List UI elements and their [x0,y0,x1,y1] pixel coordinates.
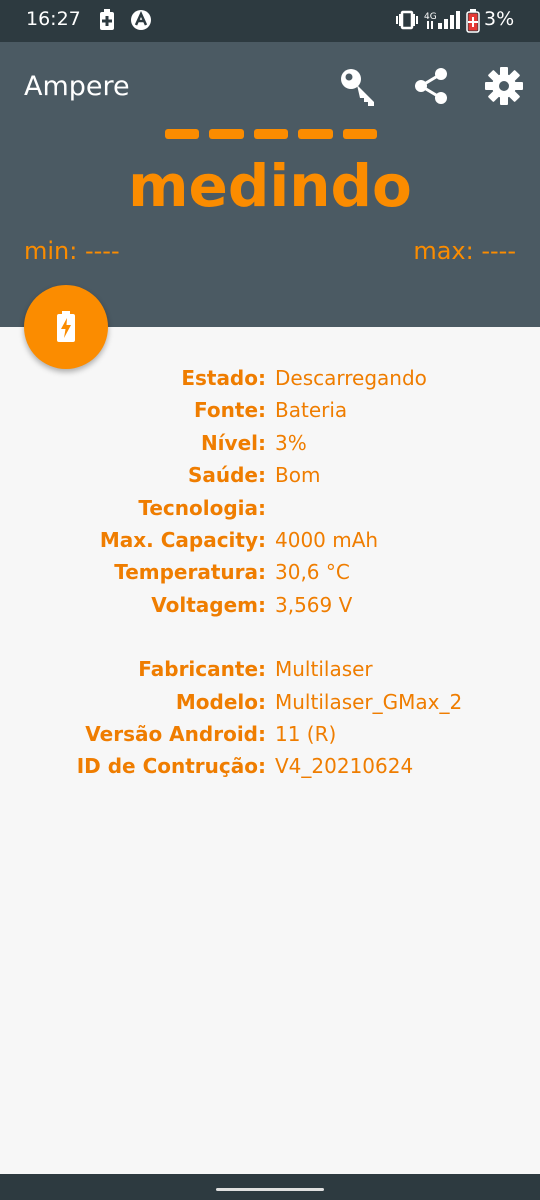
info-value: 30,6 °C [275,560,350,585]
info-label: Temperatura: [114,560,266,585]
info-row: Fonte: Bateria [0,398,540,430]
vibrate-icon [395,9,419,36]
info-label: Modelo: [175,689,266,714]
info-label: Max. Capacity: [99,527,266,552]
info-row: Estado: Descarregando [0,366,540,398]
device-info-list: Fabricante: Multilaser Modelo: Multilaser_G… [0,657,540,787]
info-value: 3,569 V [275,592,353,617]
info-row: Nível: 3% [0,431,540,463]
measuring-status: medindo [128,152,412,220]
settings-button[interactable] [482,64,526,108]
info-value: 11 (R) [275,721,337,746]
info-row: Modelo: Multilaser_GMax_2 [0,690,540,722]
status-bar: 16:27 4G 3% [0,0,540,42]
info-panel: Estado: Descarregando Fonte: Bateria Nível: 3… [0,366,540,787]
info-value: Descarregando [275,366,427,390]
info-row: Max. Capacity: 4000 mAh [0,528,540,560]
settings-icon [485,67,523,105]
battery-percent: 3% [484,8,515,30]
info-row: Fabricante: Multilaser [0,657,540,689]
info-label: ID de Contrução: [76,754,266,779]
reading-placeholder-dashes [165,129,378,139]
share-button[interactable] [409,64,453,108]
info-value: 3% [275,430,307,455]
battery-low-icon [466,9,480,38]
info-row: Versão Android: 11 (R) [0,722,540,754]
info-value: 4000 mAh [275,527,379,552]
info-label: Fonte: [194,398,266,423]
info-row: Tecnologia: [0,496,540,528]
max-reading: max: ---- [413,237,516,265]
svg-text:4G: 4G [424,12,437,22]
info-label: Fabricante: [138,657,266,682]
info-value: Multilaser_GMax_2 [275,689,463,714]
info-label: Versão Android: [85,721,266,746]
home-gesture-handle[interactable] [216,1188,324,1191]
key-icon [341,69,374,106]
info-label: Nível: [200,430,266,455]
battery-fab-button[interactable] [24,285,108,369]
key-button[interactable] [336,64,380,108]
info-label: Voltagem: [151,592,266,617]
info-value: Multilaser [275,657,373,682]
info-label: Estado: [181,366,266,390]
info-row: Temperatura: 30,6 °C [0,560,540,592]
info-label: Tecnologia: [138,495,266,520]
navigation-bar [0,1174,540,1200]
battery-charging-icon [57,311,75,342]
min-reading: min: ---- [24,237,120,265]
info-value: Bateria [275,398,348,423]
share-icon [415,68,447,104]
a-circle-icon [130,9,152,36]
info-value: Bom [275,463,321,488]
status-time: 16:27 [26,8,81,30]
battery-info-list: Estado: Descarregando Fonte: Bateria Nível: 3… [0,366,540,625]
info-row: Saúde: Bom [0,463,540,495]
info-row: Voltagem: 3,569 V [0,593,540,625]
info-label: Saúde: [187,463,266,488]
battery-saver-icon [99,9,115,36]
app-title: Ampere [24,71,130,102]
info-value: V4_20210624 [275,754,414,779]
app-bar: Ampere medindo min: ---- max: ---- [0,42,540,327]
signal-icon: 4G [424,9,460,36]
info-row: ID de Contrução: V4_20210624 [0,754,540,786]
